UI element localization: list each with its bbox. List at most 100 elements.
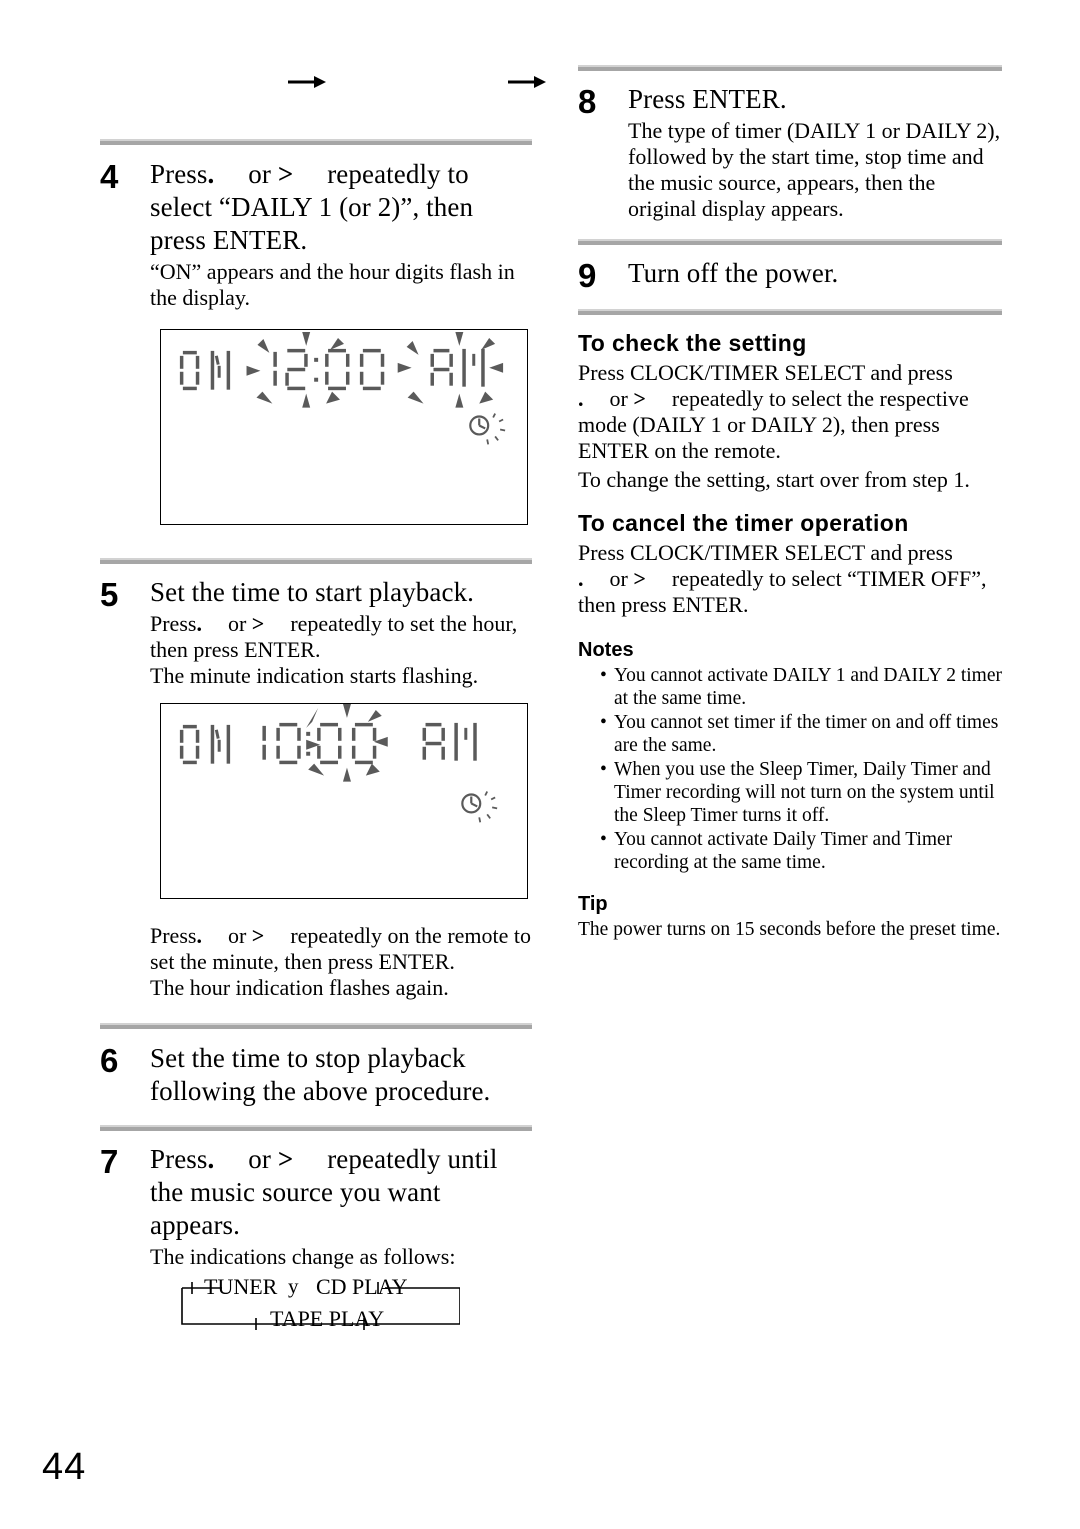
lcd-hour-digits xyxy=(273,348,308,391)
step-5-after-post: repeatedly on the remote to set the minu… xyxy=(150,923,532,974)
step-9-number: 9 xyxy=(578,257,597,294)
step-5-title: Set the time to start playback. xyxy=(150,577,475,607)
remote-key-prev-icon: . xyxy=(578,566,584,591)
remote-key-prev-icon: . xyxy=(207,1144,215,1174)
check-setting-line-1: Press CLOCK/TIMER SELECT and press xyxy=(578,360,953,385)
tip-text: The power turns on 15 seconds before the… xyxy=(578,919,1001,940)
step-9: 9 Turn off the power. xyxy=(578,257,1002,295)
step-5-sub-post: repeatedly to set the hour, then press E… xyxy=(150,611,518,662)
step-6-number: 6 xyxy=(100,1042,119,1079)
step-5-after: Press. or > repeatedly on the remote to se… xyxy=(100,921,532,1001)
page-number: 44 xyxy=(42,1446,87,1488)
step-5: 5 Set the time to start playback. Press.… xyxy=(100,576,532,689)
step-5-sub-pre: Press xyxy=(150,611,197,636)
step-8-subtext: The type of timer (DAILY 1 or DAILY 2), … xyxy=(628,118,1001,221)
step-6-title: Set the time to stop playback following … xyxy=(150,1043,491,1106)
divider-above-step-7 xyxy=(100,1125,532,1131)
note-item: When you use the Sleep Timer, Daily Time… xyxy=(600,758,1002,827)
remote-key-next-icon: > xyxy=(251,923,265,948)
step-6: 6 Set the time to stop playback followin… xyxy=(100,1042,532,1108)
step-7: 7 Press. or > repeatedly until the music s… xyxy=(100,1143,532,1270)
lcd-hour-digits xyxy=(262,722,301,765)
step-4-number: 4 xyxy=(100,158,119,195)
remote-key-prev-icon: . xyxy=(196,611,202,636)
right-column: 8 Press ENTER. The type of timer (DAILY … xyxy=(578,0,1002,941)
divider-above-step-6 xyxy=(100,1023,532,1029)
step-8-number: 8 xyxy=(578,83,597,120)
step-7-title: Press. or > repeatedly until the music sou… xyxy=(150,1143,532,1242)
step-5-after-text-2: The hour indication flashes again. xyxy=(150,975,449,1000)
step-4-title: Press. or > repeatedly to select “DAILY 1 … xyxy=(150,158,532,257)
lcd-display-1-svg xyxy=(179,331,506,445)
step-5-subtext-2: The minute indication starts flashing. xyxy=(150,663,479,688)
remote-key-next-icon: > xyxy=(633,566,646,591)
check-setting-line-2: . or > repeatedly to select the respective… xyxy=(578,386,1002,464)
lcd-on-label xyxy=(179,350,231,391)
flash-burst-minute-icon xyxy=(306,704,388,782)
source-label-tuner: TUNER xyxy=(204,1274,278,1299)
remote-key-next-icon: > xyxy=(251,611,265,636)
cancel-timer-or: or xyxy=(609,566,628,591)
lcd-display-on-1000am xyxy=(160,703,528,899)
step-4-subtext: “ON” appears and the hour digits flash i… xyxy=(150,259,515,310)
step-4-title-pre: Press xyxy=(150,159,208,189)
source-cycle-diagram: TUNER y CD PLAY TAPE PLAY xyxy=(160,1274,460,1338)
source-label-cd-play: CD PLAY xyxy=(316,1274,408,1299)
step-5-number: 5 xyxy=(100,576,119,613)
remote-key-prev-icon: . xyxy=(196,923,202,948)
divider-above-step-5 xyxy=(100,558,532,564)
step-8-title: Press ENTER. xyxy=(628,84,787,114)
tip-heading: Tip xyxy=(578,893,608,915)
section-check-setting: To check the setting Press CLOCK/TIMER S… xyxy=(578,329,1002,493)
note-item: You cannot set timer if the timer on and… xyxy=(600,711,1002,757)
notes-heading: Notes xyxy=(578,639,634,661)
lcd-meridiem xyxy=(430,348,485,387)
remote-key-next-icon: > xyxy=(633,386,646,411)
step-5-after-or: or xyxy=(227,923,247,948)
divider-below-step-9 xyxy=(578,309,1002,315)
lcd-colon xyxy=(314,357,319,382)
note-item: You cannot activate Daily Timer and Time… xyxy=(600,828,1002,874)
lcd-minute-digits xyxy=(317,722,377,765)
step-5-sub-or: or xyxy=(227,611,247,636)
step-9-title: Turn off the power. xyxy=(628,258,839,288)
lcd-meridiem xyxy=(422,722,477,761)
lcd-display-2-svg xyxy=(179,704,498,823)
check-setting-heading: To check the setting xyxy=(578,330,807,356)
note-item: You cannot activate DAILY 1 and DAILY 2 … xyxy=(600,664,1002,710)
step-5-after-pre: Press xyxy=(150,923,197,948)
check-setting-line-3: To change the setting, start over from s… xyxy=(578,467,970,492)
clock-flashing-icon xyxy=(469,413,506,445)
section-cancel-timer: To cancel the timer operation Press CLOC… xyxy=(578,509,1002,618)
step-7-subtext: The indications change as follows: xyxy=(150,1244,456,1269)
remote-key-prev-icon: . xyxy=(207,159,215,189)
cancel-timer-line-1: Press CLOCK/TIMER SELECT and press xyxy=(578,540,953,565)
remote-key-next-icon: > xyxy=(277,1144,294,1174)
step-7-title-pre: Press xyxy=(150,1144,208,1174)
manual-page: 4 Press. or > repeatedly to select “DAILY … xyxy=(0,0,1080,1529)
step-7-title-or: or xyxy=(248,1144,271,1174)
remote-key-prev-icon: . xyxy=(578,386,584,411)
flash-burst-meridiem-icon xyxy=(397,331,504,408)
clock-flashing-icon xyxy=(461,791,498,823)
left-column: 4 Press. or > repeatedly to select “DAILY … xyxy=(100,0,532,1338)
section-notes: Notes You cannot activate DAILY 1 and DA… xyxy=(578,638,1002,874)
remote-key-next-icon: > xyxy=(277,159,294,189)
step-4-title-or: or xyxy=(248,159,271,189)
step-7-number: 7 xyxy=(100,1143,119,1180)
check-setting-or: or xyxy=(609,386,628,411)
notes-list: You cannot activate DAILY 1 and DAILY 2 … xyxy=(578,664,1002,874)
cancel-timer-heading: To cancel the timer operation xyxy=(578,510,909,536)
lcd-minute-digits xyxy=(325,348,385,391)
divider-above-step-8 xyxy=(578,65,1002,71)
lcd-on-label xyxy=(179,724,231,765)
divider-above-step-9 xyxy=(578,239,1002,245)
step-5-after-text: Press. or > repeatedly on the remote to se… xyxy=(150,923,532,975)
step-8: 8 Press ENTER. The type of timer (DAILY … xyxy=(578,83,1002,222)
step-4: 4 Press. or > repeatedly to select “DAILY … xyxy=(100,158,532,311)
divider-above-step-4 xyxy=(100,139,532,145)
lcd-display-on-1200am xyxy=(160,329,528,525)
step-5-subtext: Press. or > repeatedly to set the hour, th… xyxy=(150,611,532,663)
source-sep-y: y xyxy=(288,1274,299,1298)
cancel-timer-line-2: . or > repeatedly to select “TIMER OFF”, t… xyxy=(578,566,1002,618)
